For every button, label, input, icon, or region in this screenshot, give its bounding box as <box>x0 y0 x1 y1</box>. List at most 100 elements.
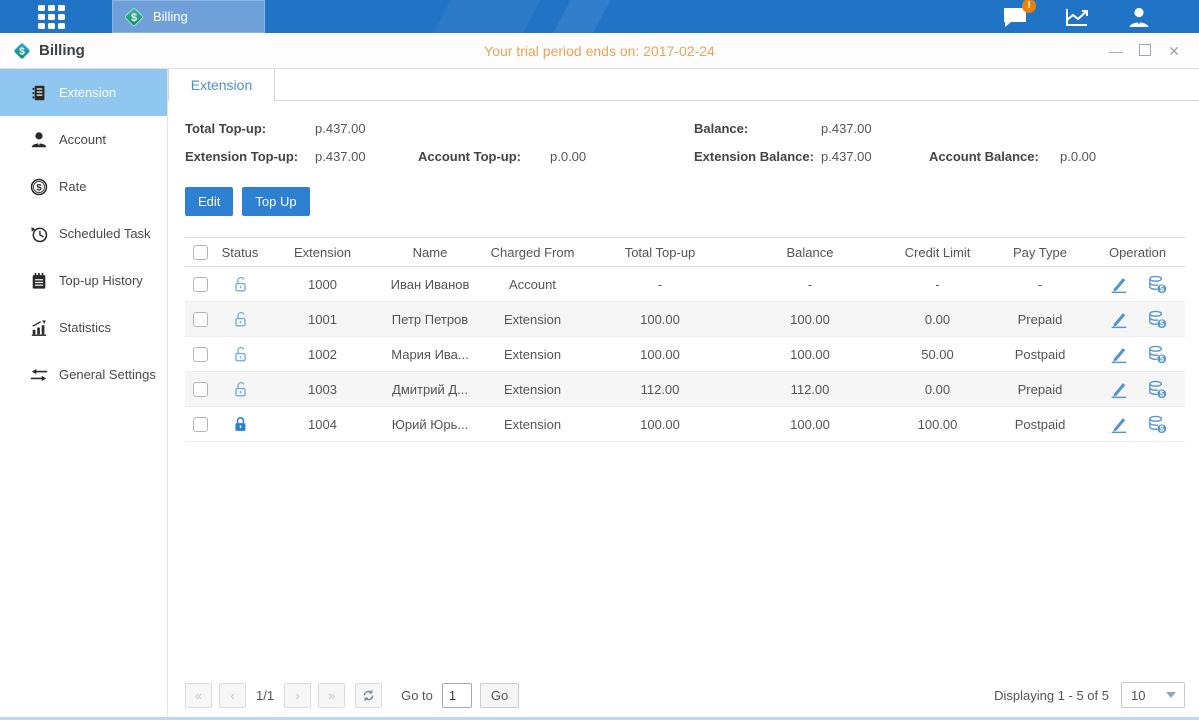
sidebar-item-general-settings[interactable]: General Settings <box>0 351 167 398</box>
balance-label: Balance: <box>694 121 821 136</box>
total-topup-label: Total Top-up: <box>185 121 315 136</box>
table-body: 1000Иван ИвановAccount----$1001Петр Петр… <box>185 267 1185 442</box>
billing-diamond-icon: $ <box>123 6 145 28</box>
credit-limit-cell: 0.00 <box>885 382 990 397</box>
summary-panel: Total Top-up: p.437.00 Balance: p.437.00… <box>168 121 1199 164</box>
credit-limit-cell: - <box>885 277 990 292</box>
sidebar: Extension Account$RateScheduled TaskTop-u… <box>0 69 168 717</box>
taskbar-tab-label: Billing <box>153 9 188 24</box>
edit-pencil-icon[interactable] <box>1108 414 1130 434</box>
charged-from-cell: Extension <box>480 417 585 432</box>
action-buttons: Edit Top Up <box>185 187 1199 216</box>
svg-text:$: $ <box>1159 424 1164 433</box>
total-topup-cell: 100.00 <box>585 347 735 362</box>
top-up-coins-icon[interactable]: $ <box>1146 344 1168 365</box>
sidebar-item-statistics[interactable]: Statistics <box>0 304 167 351</box>
account-icon <box>30 131 48 149</box>
refresh-button[interactable] <box>355 683 382 708</box>
total-topup-value: p.437.00 <box>315 121 694 136</box>
sidebar-item-label: General Settings <box>59 367 156 382</box>
svg-text:$: $ <box>1159 319 1164 328</box>
column-header: Total Top-up <box>585 245 735 260</box>
account-topup-value: p.0.00 <box>550 149 694 164</box>
sidebar-item-rate[interactable]: $Rate <box>0 163 167 210</box>
column-header: Operation <box>1090 245 1185 260</box>
edit-pencil-icon[interactable] <box>1108 309 1130 329</box>
sidebar-item-extension[interactable]: Extension <box>0 69 167 116</box>
row-checkbox[interactable] <box>193 347 208 362</box>
page-size-value: 10 <box>1131 688 1145 703</box>
general-settings-icon <box>30 366 48 384</box>
displaying-info: Displaying 1 - 5 of 5 <box>994 688 1109 703</box>
minimize-icon[interactable]: — <box>1107 42 1125 60</box>
next-page-button[interactable]: › <box>284 683 311 708</box>
table-row: 1001Петр ПетровExtension100.00100.000.00… <box>185 302 1185 337</box>
monitor-chart-icon[interactable] <box>1063 5 1091 29</box>
top-up-coins-icon[interactable]: $ <box>1146 309 1168 330</box>
edit-button[interactable]: Edit <box>185 187 233 216</box>
page-size-select[interactable]: 10 <box>1121 682 1185 708</box>
pay-type-cell: Postpaid <box>990 417 1090 432</box>
column-header: Name <box>380 245 480 260</box>
goto-label: Go to <box>401 688 433 703</box>
sidebar-item-scheduled-task[interactable]: Scheduled Task <box>0 210 167 257</box>
top-up-coins-icon[interactable]: $ <box>1146 274 1168 295</box>
name-cell: Мария Ива... <box>380 347 480 362</box>
prev-page-button[interactable]: ‹ <box>219 683 246 708</box>
user-account-icon[interactable] <box>1125 5 1153 29</box>
status-lock-open-icon <box>230 274 250 294</box>
status-lock-open-icon <box>230 379 250 399</box>
sidebar-item-account[interactable]: Account <box>0 116 167 163</box>
sidebar-item-label: Extension <box>59 85 116 100</box>
column-header: Balance <box>735 245 885 260</box>
row-checkbox[interactable] <box>193 277 208 292</box>
name-cell: Петр Петров <box>380 312 480 327</box>
top-up-coins-icon[interactable]: $ <box>1146 379 1168 400</box>
total-topup-cell: 112.00 <box>585 382 735 397</box>
total-topup-cell: - <box>585 277 735 292</box>
messages-icon[interactable]: ! <box>1001 5 1029 29</box>
row-checkbox[interactable] <box>193 312 208 327</box>
select-all-checkbox[interactable] <box>193 245 208 260</box>
edit-pencil-icon[interactable] <box>1108 379 1130 399</box>
go-button[interactable]: Go <box>480 683 519 708</box>
sidebar-item-topup-history[interactable]: Top-up History <box>0 257 167 304</box>
total-topup-cell: 100.00 <box>585 417 735 432</box>
balance-cell: 100.00 <box>735 347 885 362</box>
total-topup-cell: 100.00 <box>585 312 735 327</box>
last-page-button[interactable]: » <box>318 683 345 708</box>
edit-pencil-icon[interactable] <box>1108 344 1130 364</box>
pay-type-cell: Postpaid <box>990 347 1090 362</box>
column-header: Credit Limit <box>885 245 990 260</box>
svg-text:$: $ <box>1159 354 1164 363</box>
svg-text:$: $ <box>36 182 42 193</box>
row-checkbox[interactable] <box>193 417 208 432</box>
taskbar-tab-billing[interactable]: $ Billing <box>112 0 265 33</box>
edit-pencil-icon[interactable] <box>1108 274 1130 294</box>
maximize-icon[interactable] <box>1139 44 1151 56</box>
table-row: 1003Дмитрий Д...Extension112.00112.000.0… <box>185 372 1185 407</box>
balance-cell: 100.00 <box>735 312 885 327</box>
goto-page-input[interactable] <box>442 683 472 708</box>
first-page-button[interactable]: « <box>185 683 212 708</box>
scheduled-task-icon <box>30 225 48 243</box>
tab-extension[interactable]: Extension <box>168 69 275 101</box>
svg-text:$: $ <box>1159 389 1164 398</box>
close-icon[interactable]: ✕ <box>1165 42 1183 60</box>
pay-type-cell: Prepaid <box>990 382 1090 397</box>
charged-from-cell: Extension <box>480 382 585 397</box>
window-titlebar: $ Billing Your trial period ends on: 201… <box>0 33 1199 69</box>
app-grid-icon[interactable] <box>38 5 68 29</box>
window-title: Billing <box>39 42 85 59</box>
svg-text:$: $ <box>19 46 25 57</box>
row-checkbox[interactable] <box>193 382 208 397</box>
status-lock-open-icon <box>230 344 250 364</box>
status-lock-closed-icon <box>230 414 250 434</box>
column-header: Extension <box>265 245 380 260</box>
name-cell: Иван Иванов <box>380 277 480 292</box>
topup-history-icon <box>30 272 48 290</box>
pay-type-cell: Prepaid <box>990 312 1090 327</box>
tab-bar: Extension <box>168 69 1199 101</box>
top-up-button[interactable]: Top Up <box>242 187 309 216</box>
top-up-coins-icon[interactable]: $ <box>1146 414 1168 435</box>
